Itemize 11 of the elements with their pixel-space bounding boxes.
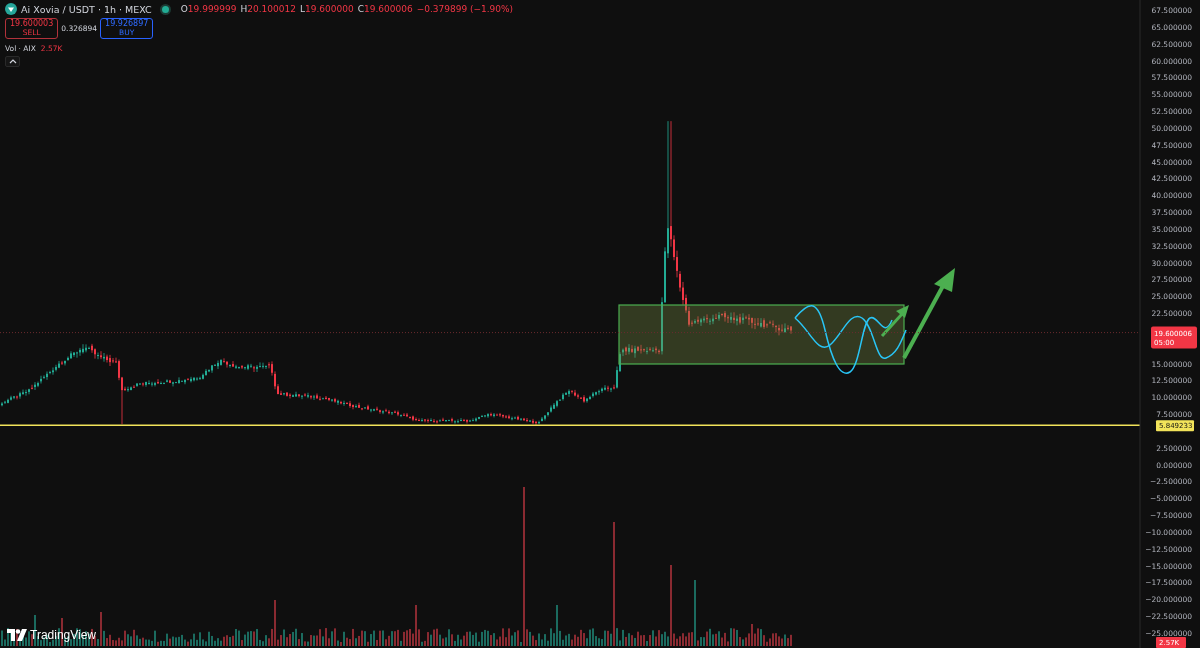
symbol-title[interactable]: Ai Xovia / USDT · 1h · MEXC: [21, 3, 152, 15]
ohlc-label: L: [299, 4, 305, 14]
ohlc-label: C: [357, 4, 364, 14]
brand-logo[interactable]: TradingView: [7, 628, 97, 642]
ohlc-value: 19.600000: [305, 4, 354, 14]
ohlc-label: H: [240, 4, 248, 14]
ohlc-label: O: [180, 4, 188, 14]
ohlc-value: 19.999999: [187, 4, 237, 14]
ohlc-value: 20.100012: [247, 4, 296, 14]
price-change: −0.379899 (−1.90%): [416, 4, 514, 14]
ohlc-value: 19.600006: [363, 4, 413, 14]
